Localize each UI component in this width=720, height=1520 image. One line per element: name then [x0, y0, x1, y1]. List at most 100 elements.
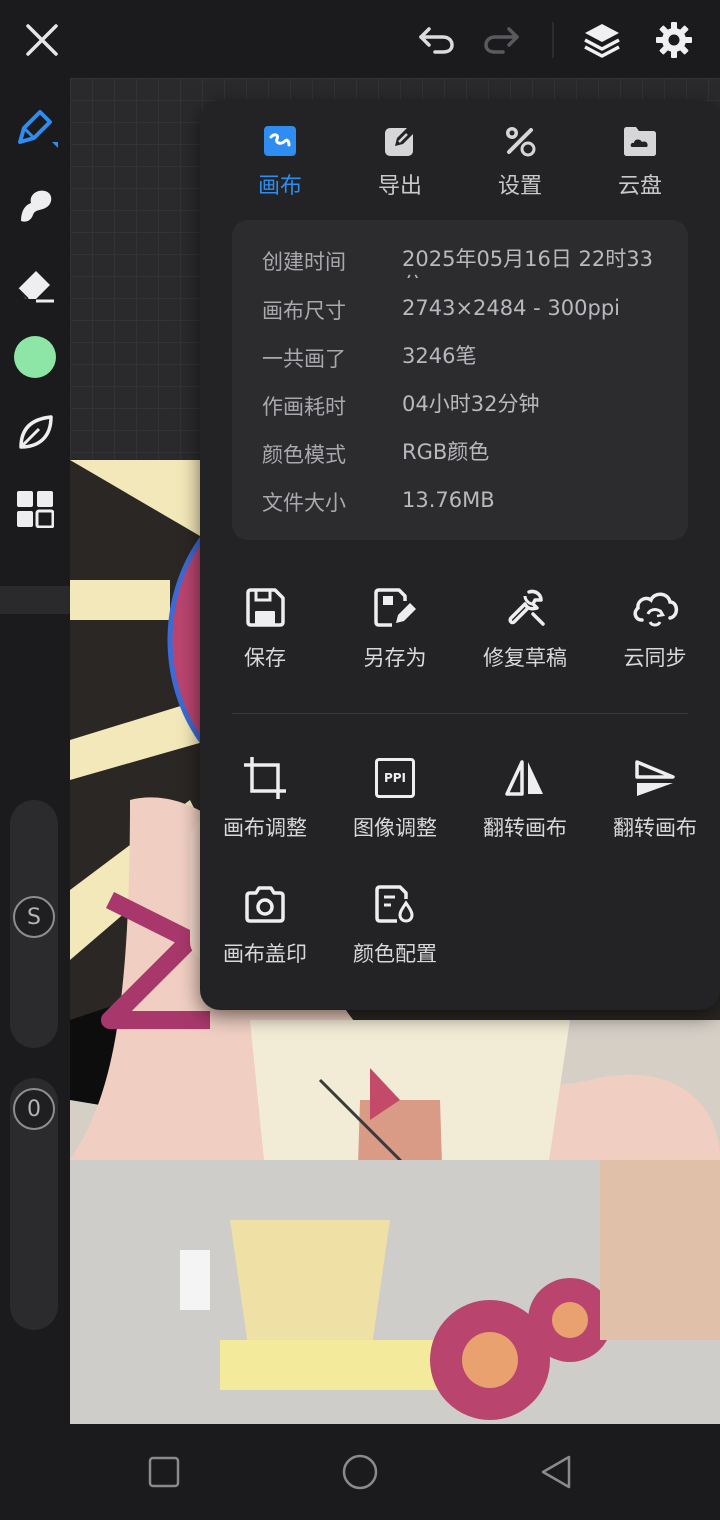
color-profile-button[interactable]: 颜色配置: [330, 876, 460, 976]
save-as-button[interactable]: 另存为: [330, 580, 460, 680]
size-badge: S: [13, 896, 55, 938]
canvas-icon: [264, 126, 296, 156]
flip-horizontal-icon: [505, 760, 543, 796]
toolbar-divider: [552, 22, 554, 58]
info-row-size: 画布尺寸 2743×2484 - 300ppi: [262, 295, 672, 327]
ppi-badge-text: PPI: [383, 771, 407, 785]
close-icon: [26, 24, 58, 56]
back-triangle-icon: [541, 1455, 571, 1489]
tab-export-label: 导出: [377, 174, 422, 199]
image-adjust-label: 图像调整: [353, 816, 437, 840]
redo-button[interactable]: [476, 14, 528, 66]
recent-apps-button[interactable]: [140, 1448, 188, 1496]
system-nav-bar: [0, 1424, 720, 1520]
canvas-menu-panel: 画布 导出 设置 云盘 创建时间 2025年05月16日 22时33分 画布尺寸…: [200, 100, 720, 1010]
color-profile-icon: [375, 885, 414, 923]
smudge-icon: [21, 190, 52, 222]
size-badge-label: S: [27, 904, 41, 930]
cloud-sync-label: 云同步: [623, 646, 687, 670]
info-row-duration: 作画耗时 04小时32分钟: [262, 391, 672, 423]
toolbar-separator: [0, 586, 70, 614]
cloud-sync-button[interactable]: 云同步: [590, 580, 720, 680]
leaf-tool-button[interactable]: [10, 408, 60, 458]
info-row-strokes: 一共画了 3246笔: [262, 343, 672, 375]
info-value: 13.76MB: [402, 488, 495, 512]
current-color-swatch: [14, 336, 56, 378]
info-key: 一共画了: [262, 347, 346, 371]
square-icon: [148, 1456, 180, 1488]
info-value: 3246笔: [402, 344, 477, 368]
info-key: 创建时间: [262, 250, 346, 274]
gear-icon: [656, 22, 692, 58]
settings-tools-icon: [506, 127, 536, 157]
pen-icon: [18, 110, 58, 148]
info-row-file-size: 文件大小 13.76MB: [262, 487, 672, 519]
redo-icon: [484, 27, 519, 54]
close-button[interactable]: [16, 14, 68, 66]
save-label: 保存: [244, 646, 286, 670]
info-key: 作画耗时: [262, 395, 346, 419]
camera-icon: [245, 886, 285, 923]
undo-button[interactable]: [410, 14, 462, 66]
left-toolbar: S 0: [0, 78, 70, 1424]
flip-vertical-button[interactable]: 翻转画布: [590, 750, 720, 850]
cloud-drive-icon: [624, 127, 656, 156]
info-value: 2025年05月16日 22时33分: [402, 247, 654, 278]
tab-cloud-drive[interactable]: 云盘: [580, 120, 700, 210]
tab-canvas-label: 画布: [257, 174, 302, 199]
flip-horizontal-button[interactable]: 翻转画布: [460, 750, 590, 850]
opacity-badge: 0: [13, 1088, 55, 1130]
grid-icon: [17, 491, 54, 528]
flip-vertical-icon: [635, 760, 675, 796]
info-value: 2743×2484 - 300ppi: [402, 296, 620, 320]
back-button[interactable]: [532, 1448, 580, 1496]
flip-vertical-label: 翻转画布: [613, 816, 697, 840]
info-value: 04小时32分钟: [402, 392, 540, 416]
eraser-icon: [17, 271, 54, 303]
leaf-icon: [19, 415, 53, 449]
info-key: 文件大小: [262, 491, 346, 515]
wrench-icon: [508, 589, 545, 626]
canvas-stamp-label: 画布盖印: [223, 942, 307, 966]
export-icon: [385, 126, 415, 156]
crop-icon: [244, 757, 286, 799]
grid-menu-button[interactable]: [10, 484, 60, 534]
top-bar: [0, 0, 720, 78]
ppi-icon: PPI: [375, 758, 415, 798]
home-button[interactable]: [336, 1448, 384, 1496]
repair-draft-button[interactable]: 修复草稿: [460, 580, 590, 680]
pen-tool-button[interactable]: [10, 102, 60, 152]
flip-horizontal-label: 翻转画布: [483, 816, 567, 840]
layers-icon: [584, 24, 620, 58]
info-value: RGB颜色: [402, 440, 490, 464]
canvas-adjust-label: 画布调整: [223, 816, 307, 840]
repair-draft-label: 修复草稿: [483, 646, 567, 670]
tab-settings[interactable]: 设置: [460, 120, 580, 210]
settings-button[interactable]: [648, 14, 700, 66]
undo-icon: [419, 27, 454, 54]
tab-canvas[interactable]: 画布: [220, 120, 340, 210]
section-divider: [232, 713, 688, 714]
tab-settings-label: 设置: [497, 174, 542, 199]
save-as-icon: [374, 588, 416, 627]
app-screen: S 0 画布 导出 设置 云盘 创建时间 2025年05月16日 22时33分: [0, 0, 720, 1520]
info-key: 颜色模式: [262, 443, 346, 467]
save-icon: [246, 588, 285, 627]
tab-cloud-drive-label: 云盘: [617, 174, 662, 199]
canvas-info-card: 创建时间 2025年05月16日 22时33分 画布尺寸 2743×2484 -…: [232, 220, 688, 540]
circle-icon: [342, 1454, 378, 1490]
color-profile-label: 颜色配置: [353, 942, 437, 966]
tab-export[interactable]: 导出: [340, 120, 460, 210]
eraser-tool-button[interactable]: [10, 258, 60, 308]
layers-button[interactable]: [576, 14, 628, 66]
color-picker-button[interactable]: [10, 332, 60, 382]
cloud-sync-icon: [633, 592, 679, 627]
smudge-tool-button[interactable]: [10, 180, 60, 230]
save-as-label: 另存为: [363, 646, 427, 670]
save-button[interactable]: 保存: [200, 580, 330, 680]
info-key: 画布尺寸: [262, 299, 346, 323]
opacity-badge-label: 0: [27, 1096, 41, 1122]
canvas-adjust-button[interactable]: 画布调整: [200, 750, 330, 850]
image-adjust-button[interactable]: PPI 图像调整: [330, 750, 460, 850]
canvas-stamp-button[interactable]: 画布盖印: [200, 876, 330, 976]
